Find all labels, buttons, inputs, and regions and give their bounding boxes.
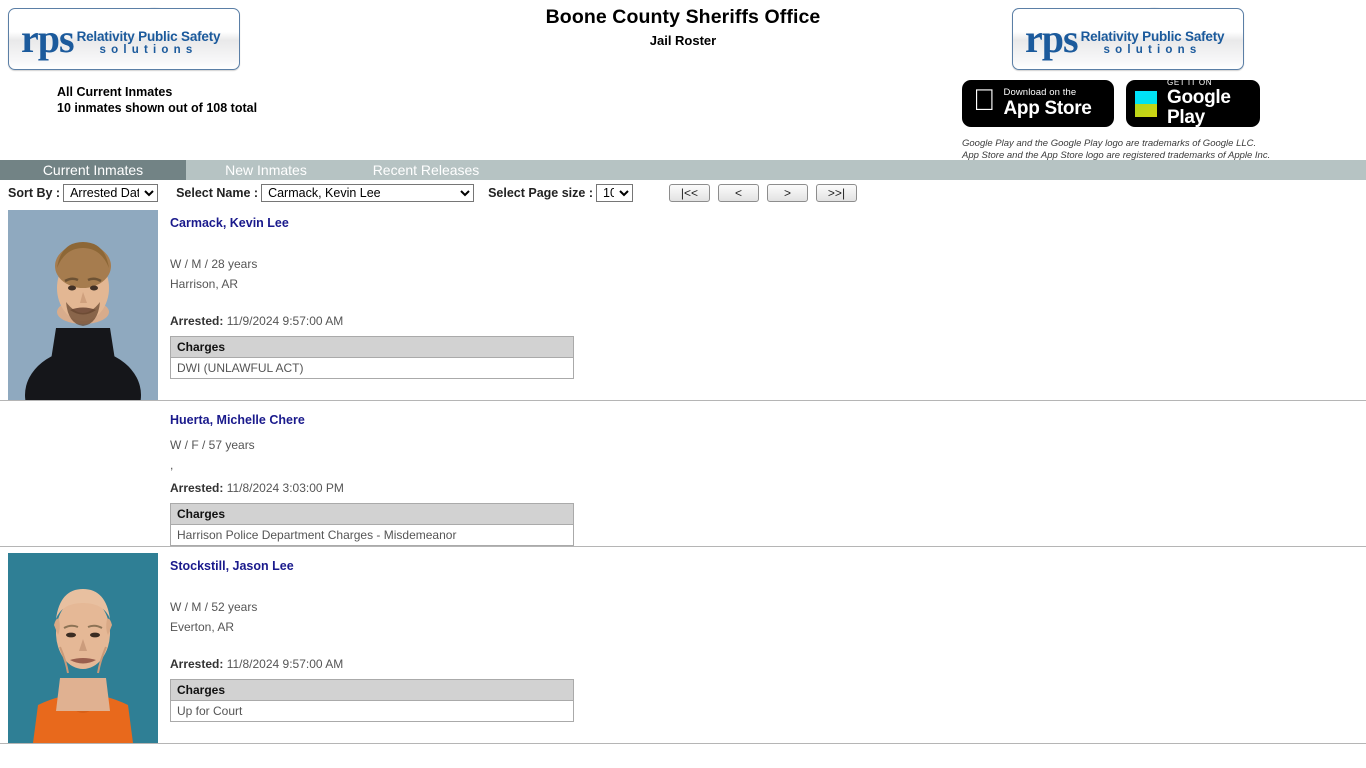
rps-tagline-line2: solutions (99, 44, 198, 57)
inmate-arrested: Arrested: 11/8/2024 3:03:00 PM (170, 481, 574, 495)
page-header: RPS rps Relativity Public Safety solutio… (0, 0, 1366, 161)
rps-wordmark-right: rps (1025, 16, 1079, 61)
rps-tagline-right-line1: Relativity Public Safety (1080, 28, 1225, 44)
arrested-label: Arrested: (170, 481, 224, 495)
store-badges:  Download on the App Store GET IT ON Go… (962, 77, 1260, 129)
inmate-name-link[interactable]: Carmack, Kevin Lee (170, 216, 289, 230)
table-row: Harrison Police Department Charges - Mis… (170, 524, 574, 546)
previous-page-button[interactable]: < (718, 184, 759, 202)
rps-tagline-right-line2: solutions (1103, 44, 1202, 57)
tab-bar: Current Inmates New Inmates Recent Relea… (0, 160, 1366, 180)
inmate-demographics: W / M / 52 years (170, 600, 258, 614)
charges-header: Charges (170, 503, 574, 525)
inmate-roster: Carmack, Kevin Lee W / M / 28 years Harr… (0, 204, 1366, 744)
charge-cell: DWI (UNLAWFUL ACT) (170, 357, 574, 379)
inmate-name-link[interactable]: Huerta, Michelle Chere (170, 413, 305, 427)
arrested-value: 11/8/2024 9:57:00 AM (226, 657, 344, 671)
mugshot-photo (8, 210, 158, 400)
google-play-big: Google Play (1167, 87, 1231, 129)
inmate-info: Carmack, Kevin Lee W / M / 28 years Harr… (170, 210, 574, 400)
arrested-value: 11/9/2024 9:57:00 AM (226, 314, 344, 328)
first-page-button[interactable]: |<< (669, 184, 710, 202)
apple-icon:  (973, 86, 996, 116)
charges-header-row: Charges (170, 503, 574, 525)
google-play-small: GET IT ON (1167, 77, 1213, 87)
mugshot-cell (0, 407, 170, 546)
charges-table: Charges Up for Court (170, 679, 574, 722)
mugshot-photo (8, 553, 158, 743)
counts-line1: All Current Inmates (57, 85, 173, 99)
inmate-location: Harrison, AR (170, 277, 239, 291)
mugshot-cell (0, 553, 170, 743)
charges-header: Charges (170, 336, 574, 358)
charges-header-row: Charges (170, 679, 574, 701)
inmate-name-link[interactable]: Stockstill, Jason Lee (170, 559, 294, 573)
inmate-counts: All Current Inmates 10 inmates shown out… (57, 84, 257, 116)
inmate-location: Everton, AR (170, 620, 235, 634)
arrested-value: 11/8/2024 3:03:00 PM (226, 481, 344, 495)
tab-recent-releases[interactable]: Recent Releases (346, 160, 506, 180)
charges-header-row: Charges (170, 336, 574, 358)
rps-logo-left[interactable]: rps Relativity Public Safety solutions (8, 8, 240, 70)
pagination-controls: |<< < > >>| (669, 184, 857, 202)
charges-table: Charges Harrison Police Department Charg… (170, 503, 574, 546)
inmate-info: Huerta, Michelle Chere W / F / 57 years … (170, 407, 574, 546)
rps-wordmark: rps (21, 16, 75, 61)
trademark-line1: Google Play and the Google Play logo are… (962, 138, 1257, 149)
counts-line2: 10 inmates shown out of 108 total (57, 101, 258, 115)
mugshot-cell (0, 210, 170, 400)
inmate-record: Stockstill, Jason Lee W / M / 52 years E… (0, 547, 1366, 744)
rps-tagline-right: Relativity Public Safety solutions (1078, 22, 1225, 56)
inmate-arrested: Arrested: 11/9/2024 9:57:00 AM (170, 314, 574, 328)
sort-by-label: Sort By : (8, 186, 61, 200)
inmate-record: Carmack, Kevin Lee W / M / 28 years Harr… (0, 204, 1366, 401)
next-page-button[interactable]: > (767, 184, 808, 202)
inmate-demographics: W / F / 57 years (170, 438, 255, 452)
google-play-button[interactable]: GET IT ON Google Play (1126, 77, 1260, 129)
inmate-info: Stockstill, Jason Lee W / M / 52 years E… (170, 553, 574, 743)
table-row: Up for Court (170, 700, 574, 722)
inmate-record: Huerta, Michelle Chere W / F / 57 years … (0, 401, 1366, 547)
charge-cell: Up for Court (170, 700, 574, 722)
select-name-select[interactable]: Carmack, Kevin Lee (261, 184, 475, 202)
arrested-label: Arrested: (170, 657, 224, 671)
page-size-label: Select Page size : (488, 186, 593, 200)
rps-tagline: Relativity Public Safety solutions (74, 22, 221, 56)
page-size-select[interactable]: 10 (596, 184, 633, 202)
rps-tagline-line1: Relativity Public Safety (76, 28, 221, 44)
trademark-notice: Google Play and the Google Play logo are… (962, 138, 1270, 161)
mugshot-placeholder (8, 407, 158, 545)
select-name-label: Select Name : (176, 186, 259, 200)
app-store-small: Download on the (981, 87, 1077, 99)
tab-current-inmates[interactable]: Current Inmates (0, 160, 186, 180)
app-store-label: Download on the App Store (1004, 88, 1092, 119)
last-page-button[interactable]: >>| (816, 184, 857, 202)
google-play-icon (1135, 90, 1157, 117)
inmate-demographics: W / M / 28 years (170, 257, 258, 271)
inmate-arrested: Arrested: 11/8/2024 9:57:00 AM (170, 657, 574, 671)
charge-cell: Harrison Police Department Charges - Mis… (170, 524, 574, 546)
rps-logo-right[interactable]: rps Relativity Public Safety solutions (1012, 8, 1244, 70)
charges-header: Charges (170, 679, 574, 701)
inmate-location: , (170, 458, 174, 472)
arrested-label: Arrested: (170, 314, 224, 328)
filter-toolbar: Sort By : Arrested Date Select Name : Ca… (0, 182, 1366, 204)
google-play-label: GET IT ON Google Play (1167, 77, 1247, 129)
app-store-big: App Store (981, 98, 1092, 120)
sort-by-select[interactable]: Arrested Date (63, 184, 159, 202)
table-row: DWI (UNLAWFUL ACT) (170, 357, 574, 379)
app-store-button[interactable]:  Download on the App Store (962, 80, 1114, 127)
tab-new-inmates[interactable]: New Inmates (186, 160, 346, 180)
charges-table: Charges DWI (UNLAWFUL ACT) (170, 336, 574, 379)
